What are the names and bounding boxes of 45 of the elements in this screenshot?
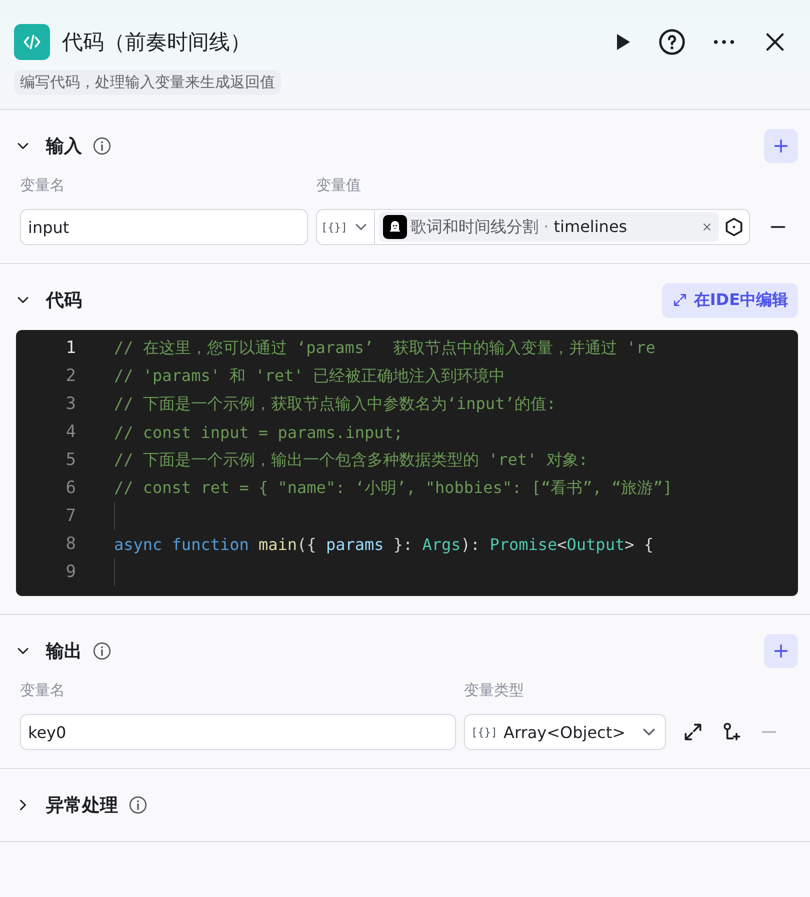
- add-button[interactable]: [764, 129, 798, 163]
- column-label: 变量名: [20, 681, 66, 700]
- line-number: 8: [64, 534, 77, 554]
- section-title: 代码: [46, 289, 82, 312]
- expand-icon[interactable]: [682, 721, 704, 743]
- edit-in-ide-button[interactable]: 在IDE中编辑: [662, 282, 798, 318]
- section-title: 异常处理: [46, 794, 118, 817]
- variable-value-field[interactable]: [{}] 歌词和时间线分割 · timelines: [316, 209, 750, 245]
- reference-label: 歌词和时间线分割 · timelines: [410, 216, 628, 238]
- type-glyph: [{}]: [321, 220, 348, 234]
- line-number: 6: [64, 478, 77, 498]
- variable-name-field[interactable]: key0: [20, 714, 456, 750]
- line-number: 5: [64, 450, 77, 470]
- code-line: // 'params' 和 'ret' 已经被正确地注入到环境中: [114, 366, 506, 386]
- ghost-icon: [382, 215, 406, 239]
- code-editor[interactable]: [16, 330, 798, 596]
- type-label: Array<Object>: [504, 722, 626, 742]
- code-line: // const ret = { "name": ‘小明’, "hobbies": [“看书”, “旅游”]: [114, 478, 672, 498]
- code-line: async function main({ params }: Args): Promise<Output> {: [114, 534, 654, 554]
- variable-name-field[interactable]: input: [20, 209, 308, 245]
- line-number: 9: [64, 562, 77, 582]
- line-number: 2: [64, 366, 77, 386]
- code-line: // const input = params.input;: [114, 422, 403, 442]
- code-line: // 在这里，您可以通过 ‘params’ 获取节点中的输入变量，并通过 're: [114, 338, 656, 358]
- node-title: 代码（前奏时间线）: [62, 29, 251, 56]
- add-button[interactable]: [764, 634, 798, 668]
- variable-icon[interactable]: [723, 216, 745, 238]
- clear-icon[interactable]: [701, 221, 713, 233]
- column-label: 变量值: [316, 176, 362, 195]
- code-line: // 下面是一个示例，输出一个包含多种数据类型的 'ret' 对象:: [114, 450, 588, 470]
- variable-type-select[interactable]: [{}] Array<Object>: [464, 714, 666, 750]
- reference-tag[interactable]: 歌词和时间线分割 · timelines: [378, 212, 719, 242]
- column-label: 变量类型: [464, 681, 525, 700]
- section-title: 输出: [46, 640, 82, 663]
- help-icon[interactable]: [658, 28, 686, 56]
- line-number: 1: [64, 338, 77, 358]
- section-title: 输入: [46, 135, 82, 158]
- node-description: 编写代码，处理输入变量来生成返回值: [14, 70, 281, 95]
- code-line: // 下面是一个示例，获取节点输入中参数名为‘input’的值:: [114, 394, 556, 414]
- code-logo-icon: [14, 24, 50, 60]
- column-label: 变量名: [20, 176, 66, 195]
- line-number: 4: [64, 422, 77, 442]
- line-number: 3: [64, 394, 77, 414]
- line-number: 7: [64, 506, 77, 526]
- type-glyph: [{}]: [471, 726, 498, 738]
